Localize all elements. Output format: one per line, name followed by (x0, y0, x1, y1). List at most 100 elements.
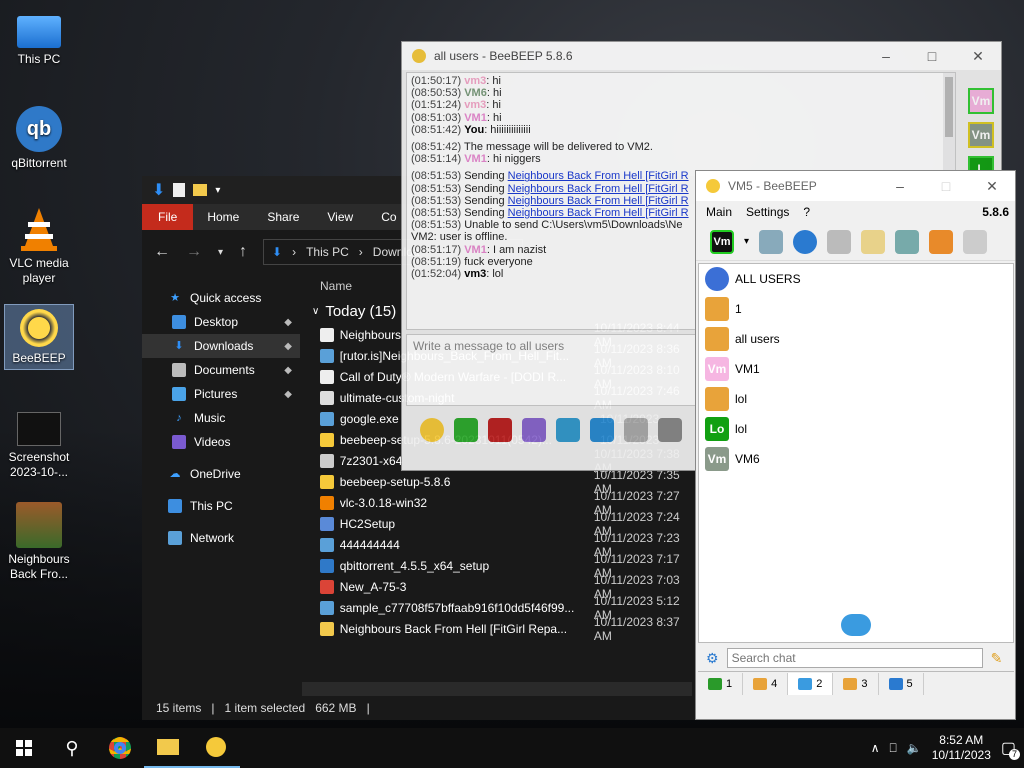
clock[interactable]: 8:52 AM 10/11/2023 (932, 733, 991, 763)
maximize-icon[interactable]: □ (923, 178, 969, 195)
tab-3[interactable]: 2 (788, 672, 834, 695)
ribbon-tab-view[interactable]: View (313, 210, 367, 224)
quick-access-dropdown-icon[interactable]: ▾ (215, 185, 220, 196)
tab-4[interactable]: 3 (833, 672, 879, 695)
notification-center-icon[interactable]: ▢ 7 (1001, 738, 1020, 760)
tools-icon[interactable] (895, 229, 920, 254)
desktop-icon-screenshot[interactable]: Screenshot 2023-10-... (4, 412, 74, 480)
file-transfer-link[interactable]: Neighbours Back From Hell [FitGirl R (508, 207, 689, 219)
file-type-icon (320, 411, 334, 426)
beebeep-taskbar-icon[interactable] (192, 728, 240, 768)
text-format-icon[interactable] (488, 418, 512, 442)
desktop-icon-neighbours[interactable]: Neighbours Back Fro... (4, 502, 74, 582)
properties-icon[interactable] (173, 183, 186, 197)
search-chat-input[interactable] (726, 648, 983, 668)
share-upload-icon[interactable] (929, 229, 954, 254)
chrome-icon[interactable] (96, 728, 144, 768)
file-explorer-taskbar-icon[interactable] (144, 728, 192, 768)
file-row[interactable]: Neighbours Back From Hell [FitGirl Repa.… (302, 615, 698, 643)
user-label: VM1 (735, 362, 760, 376)
search-icon[interactable]: ⚲ (48, 728, 96, 768)
network-icon[interactable]: ⎕ (890, 741, 897, 756)
recent-dropdown-icon[interactable]: ▾ (218, 247, 223, 258)
desktop-icon-qbittorrent[interactable]: qb qBittorrent (4, 106, 74, 171)
nav-onedrive[interactable]: ☁ OneDrive (142, 462, 300, 486)
file-transfer-link[interactable]: Neighbours Back From Hell [FitGirl R (508, 195, 689, 207)
emoticon-icon[interactable] (420, 418, 444, 442)
network-broadcast-icon[interactable] (793, 229, 818, 254)
user-label: 1 (735, 302, 742, 316)
settings-panel-icon[interactable] (759, 229, 784, 254)
color-picker-icon[interactable] (522, 418, 546, 442)
forward-arrow-icon[interactable]: → (186, 243, 202, 261)
settings-icon[interactable] (590, 418, 614, 442)
nav-desktop[interactable]: Desktop ◆ (142, 310, 300, 334)
back-arrow-icon[interactable]: ← (154, 243, 170, 261)
tab-2[interactable]: 4 (743, 672, 789, 695)
maximize-icon[interactable]: □ (909, 48, 955, 65)
user-list-item[interactable]: ALL USERS (699, 264, 1013, 294)
user-list-item[interactable]: Lo lol (699, 414, 1013, 444)
windows-start-icon[interactable] (0, 728, 48, 768)
up-arrow-icon[interactable]: ↑ (239, 243, 247, 261)
pin-icon[interactable]: ◆ (284, 389, 292, 400)
nav-videos[interactable]: Videos (142, 430, 300, 454)
send-file-icon[interactable] (454, 418, 478, 442)
nav-documents[interactable]: Documents ◆ (142, 358, 300, 382)
close-icon[interactable]: ✕ (969, 178, 1015, 195)
minimize-icon[interactable]: – (877, 178, 923, 195)
user-list-item[interactable]: Vm VM6 (699, 444, 1013, 474)
nav-music[interactable]: ♪ Music (142, 406, 300, 430)
pin-icon[interactable]: ◆ (284, 341, 292, 352)
close-icon[interactable]: ✕ (955, 48, 1001, 65)
tab-5[interactable]: 5 (879, 672, 924, 695)
file-transfer-link[interactable]: Neighbours Back From Hell [FitGirl R (508, 183, 689, 195)
gear-icon[interactable]: ⚙ (706, 650, 719, 667)
nav-quick-access[interactable]: ★ Quick access (142, 286, 300, 310)
chevron-down-icon[interactable]: ▾ (744, 236, 749, 247)
clear-broom-icon[interactable]: ✎ (991, 650, 1003, 667)
profile-avatar-icon[interactable]: Vm (710, 229, 734, 254)
menu-settings[interactable]: Settings (746, 205, 789, 219)
save-chat-icon[interactable] (624, 418, 648, 442)
edit-note-icon[interactable] (861, 229, 886, 254)
user-list-item[interactable]: Vm VM1 (699, 354, 1013, 384)
ribbon-tab-file[interactable]: File (142, 204, 194, 230)
desktop-icon-beebeep[interactable]: BeeBEEP (4, 304, 74, 370)
nav-network[interactable]: Network (142, 526, 300, 550)
filter-icon[interactable] (556, 418, 580, 442)
folder-icon[interactable] (193, 184, 208, 196)
pin-icon[interactable]: ◆ (284, 317, 292, 328)
user-list-item[interactable]: lol (699, 384, 1013, 414)
trash-icon[interactable] (963, 229, 988, 254)
downloads-arrow-icon: ⬇ (152, 182, 166, 199)
scrollbar-thumb[interactable] (945, 77, 953, 137)
user-list-item[interactable]: 1 (699, 294, 1013, 324)
file-type-icon (320, 579, 334, 594)
nav-pictures[interactable]: Pictures ◆ (142, 382, 300, 406)
pin-icon[interactable]: ◆ (284, 365, 292, 376)
minimize-icon[interactable]: – (863, 48, 909, 65)
chat-titlebar[interactable]: all users - BeeBEEP 5.8.6 – □ ✕ (402, 42, 1001, 70)
file-transfer-link[interactable]: Neighbours Back From Hell [FitGirl R (508, 170, 689, 182)
menu-help[interactable]: ? (803, 205, 810, 219)
breadcrumb-this-pc[interactable]: This PC (306, 245, 349, 259)
nav-this-pc[interactable]: This PC (142, 494, 300, 518)
member-avatar[interactable]: Vm (968, 122, 994, 148)
menu-main[interactable]: Main (706, 205, 732, 219)
chevron-up-icon[interactable]: ∧ (871, 741, 880, 755)
user-list-item[interactable]: all users (699, 324, 1013, 354)
desktop-icon-this-pc[interactable]: This PC (4, 10, 74, 67)
home-icon[interactable] (827, 229, 852, 254)
member-avatar[interactable]: Vm (968, 88, 994, 114)
ribbon-tab-share[interactable]: Share (253, 210, 313, 224)
main-titlebar[interactable]: VM5 - BeeBEEP – □ ✕ (696, 171, 1015, 201)
font-icon[interactable] (658, 418, 682, 442)
chat-sender: VM1 (464, 153, 487, 166)
horizontal-scrollbar[interactable] (302, 682, 692, 696)
nav-downloads[interactable]: ⬇ Downloads ◆ (142, 334, 300, 358)
tab-1[interactable]: 1 (698, 672, 744, 695)
volume-muted-icon[interactable]: 🔈 (907, 741, 922, 755)
ribbon-tab-home[interactable]: Home (193, 210, 253, 224)
desktop-icon-vlc[interactable]: VLC media player (4, 206, 74, 286)
